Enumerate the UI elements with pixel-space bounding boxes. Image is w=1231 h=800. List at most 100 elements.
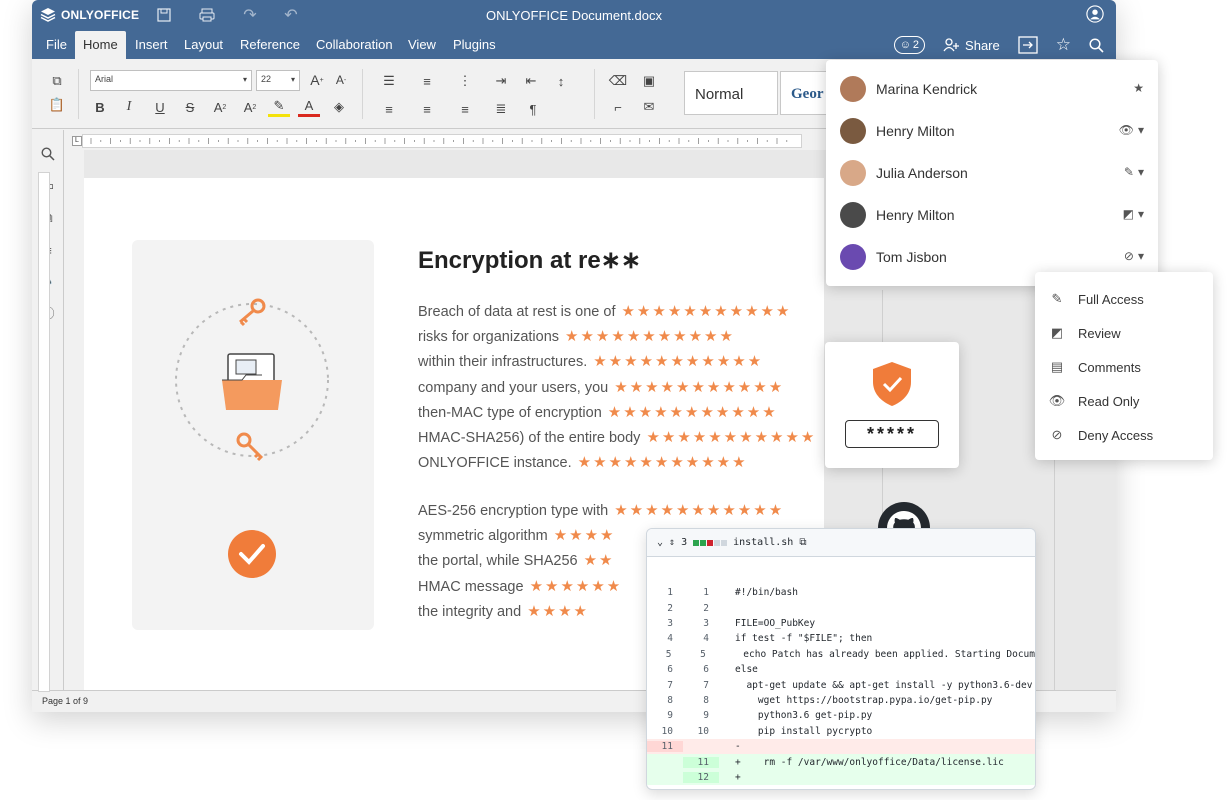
decrease-font-icon[interactable]: A- (330, 70, 352, 90)
code-text: pip install pycrypto (735, 725, 873, 737)
underline-icon[interactable]: U (149, 97, 171, 117)
align-left-icon[interactable]: ≡ (378, 99, 400, 119)
avatar (840, 202, 866, 228)
page-info: Page 1 of 9 (42, 696, 89, 706)
new-line-number: 10 (697, 725, 709, 737)
numbered-list-icon[interactable]: ≡ (416, 71, 438, 91)
italic-icon[interactable]: I (118, 97, 140, 117)
deny-icon: ⊘ (1051, 427, 1063, 442)
subscript-icon[interactable]: A2 (239, 97, 261, 117)
tab-collaboration[interactable]: Collaboration (308, 31, 401, 59)
line-spacing-icon[interactable]: ↕ (550, 71, 572, 91)
shared-user-row[interactable]: Marina Kendrick ★ (840, 75, 1144, 103)
justify-icon[interactable]: ≣ (490, 99, 512, 119)
tab-layout[interactable]: Layout (176, 31, 231, 59)
highlight-icon[interactable]: ✎ (268, 97, 290, 117)
mail-merge-icon[interactable]: ✉ (638, 97, 660, 117)
paragraph-line: the integrity and ★★★★ (418, 603, 589, 620)
deny-icon: ⊘ (1123, 249, 1134, 263)
old-line-number: 11 (647, 741, 683, 753)
search-icon[interactable] (1089, 37, 1104, 53)
paragraph-line: the portal, while SHA256 ★★ (418, 552, 615, 569)
tab-file[interactable]: File (38, 31, 75, 59)
diff-line: 7 7 apt-get update && apt-get install -y … (647, 677, 1035, 692)
permission-dropdown[interactable]: ⊘ ▾ (1124, 249, 1144, 263)
collapse-chevron-icon[interactable]: ⌄ (657, 537, 663, 548)
copy-style-icon[interactable]: ⌐ (607, 97, 629, 117)
chevron-down-icon: ▾ (1137, 123, 1144, 137)
clear-style-icon[interactable]: ⌫ (607, 71, 629, 91)
increase-font-icon[interactable]: A + (306, 70, 328, 90)
menu-item-deny-access[interactable]: ⊘ Deny Access (1047, 423, 1207, 447)
font-size-select[interactable]: 22 ▾ (256, 70, 300, 91)
shared-user-row[interactable]: Henry Milton ◩ ▾ (840, 201, 1144, 229)
align-right-icon[interactable]: ≡ (454, 99, 476, 119)
font-size-value: 22 (261, 74, 272, 84)
tab-stop-icon[interactable]: L (72, 136, 82, 146)
shared-user-row[interactable]: Henry Milton 👁 ▾ (840, 117, 1144, 145)
folder-icon (222, 353, 282, 410)
new-line-number: 4 (703, 633, 709, 645)
password-card: ***** (825, 342, 959, 468)
shared-user-row[interactable]: Tom Jisbon ⊘ ▾ (840, 243, 1144, 271)
user-avatar-icon[interactable] (1086, 5, 1104, 23)
chevron-down-icon: ▾ (1137, 249, 1144, 263)
color-scheme-icon[interactable]: ▣ (638, 71, 660, 91)
copy-path-icon[interactable]: ⧉ (799, 537, 806, 548)
old-line-number: 1 (667, 587, 673, 599)
users-indicator[interactable]: ☺ 2 (893, 36, 926, 54)
tab-insert[interactable]: Insert (127, 31, 176, 59)
search-icon[interactable] (40, 146, 56, 162)
password-field[interactable]: ***** (845, 420, 939, 448)
open-location-icon[interactable] (1018, 36, 1038, 54)
nonprinting-chars-icon[interactable]: ¶ (522, 99, 544, 119)
menu-item-read-only[interactable]: 👁 Read Only (1047, 389, 1207, 413)
code-text: + (735, 771, 741, 783)
shared-user-row[interactable]: Julia Anderson ✎ ▾ (840, 159, 1144, 187)
permission-dropdown[interactable]: ◩ ▾ (1123, 207, 1144, 221)
paragraph-shading-icon[interactable]: ◈ (328, 97, 350, 117)
tab-reference[interactable]: Reference (232, 31, 308, 59)
style-normal-label: Normal (695, 86, 744, 103)
bullet-list-icon[interactable]: ☰ (378, 71, 400, 91)
menu-item-label: Review (1078, 325, 1121, 341)
tab-plugins[interactable]: Plugins (445, 31, 504, 59)
multilevel-list-icon[interactable]: ⋮ (454, 71, 476, 91)
expand-icon[interactable]: ⇕ (669, 537, 675, 548)
tab-view[interactable]: View (400, 31, 444, 59)
paragraph-line: ONLYOFFICE instance. ★★★★★★★★★★★ (418, 454, 748, 471)
font-color-icon[interactable]: A (298, 97, 320, 117)
diff-line: 4 4 if test -f "$FILE"; then (647, 631, 1035, 646)
old-line-number: 9 (667, 710, 673, 722)
menu-item-review[interactable]: ◩ Review (1047, 321, 1207, 345)
increase-indent-icon[interactable]: ⇥ (490, 71, 512, 91)
tab-home[interactable]: Home (75, 31, 126, 59)
old-line-number: 2 (667, 602, 673, 614)
align-center-icon[interactable]: ≡ (416, 99, 438, 119)
strikethrough-icon[interactable]: S (179, 97, 201, 117)
code-text: #!/bin/bash (735, 587, 798, 599)
vertical-ruler[interactable] (38, 172, 50, 692)
bold-icon[interactable]: B (89, 97, 111, 117)
permission-dropdown[interactable]: 👁 ▾ (1119, 123, 1144, 137)
menu-item-comments[interactable]: ▤ Comments (1047, 355, 1207, 379)
menu-item-label: Read Only (1078, 393, 1140, 409)
decrease-indent-icon[interactable]: ⇤ (520, 71, 542, 91)
horizontal-ruler[interactable] (82, 134, 802, 148)
style-normal[interactable]: Normal (684, 71, 778, 115)
style-next[interactable]: Geor (780, 71, 826, 115)
diff-line: 3 3 FILE=OO_PubKey (647, 616, 1035, 631)
favorite-star-icon[interactable]: ☆ (1056, 35, 1071, 55)
permission-dropdown[interactable]: ✎ ▾ (1124, 165, 1144, 179)
superscript-icon[interactable]: A2 (209, 97, 231, 117)
new-line-number: 2 (703, 602, 709, 614)
menu-item-full-access[interactable]: ✎ Full Access (1047, 287, 1207, 311)
chevron-down-icon: ▾ (242, 75, 247, 84)
paragraph-line: HMAC-SHA256) of the entire body ★★★★★★★★★… (418, 429, 817, 446)
font-name-select[interactable]: Arial ▾ (90, 70, 252, 91)
copy-icon[interactable]: ⧉ (46, 71, 68, 91)
diff-line: 10 10 pip install pycrypto (647, 724, 1035, 739)
share-button[interactable]: Share (943, 38, 1000, 53)
avatar (840, 118, 866, 144)
paste-icon[interactable]: 📋 (46, 95, 68, 115)
